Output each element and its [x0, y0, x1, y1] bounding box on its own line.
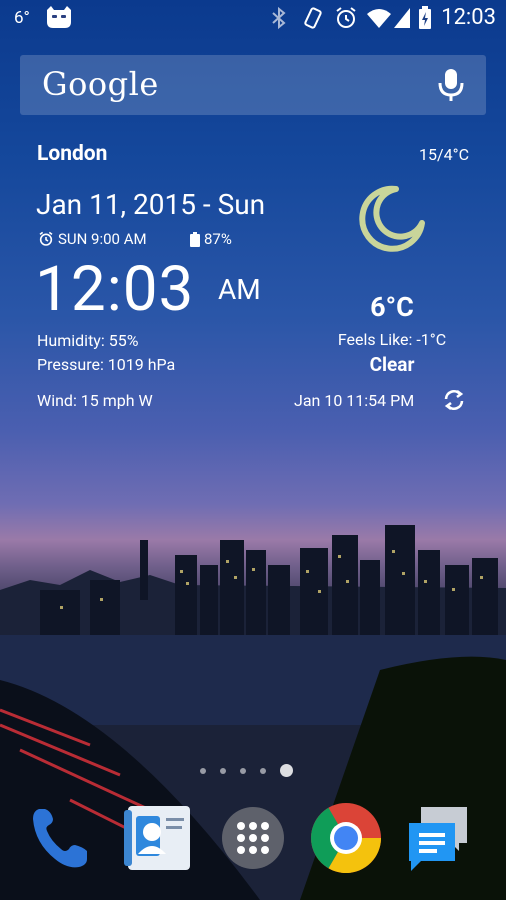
last-updated: Jan 10 11:54 PM	[294, 391, 415, 410]
page-dot	[260, 767, 266, 774]
contacts-app-icon[interactable]	[120, 800, 196, 876]
alarm-text: SUN 9:00 AM	[58, 230, 147, 248]
google-logo: Google	[42, 65, 159, 103]
contacts-icon	[124, 806, 190, 870]
battery-icon	[190, 231, 200, 247]
clock-time[interactable]: 12:03	[35, 253, 194, 326]
page-indicator	[200, 764, 293, 777]
page-dot	[220, 767, 226, 774]
phone-app-icon[interactable]	[22, 800, 98, 876]
messaging-icon	[409, 807, 467, 871]
wind-text: Wind: 15 mph W	[37, 391, 153, 410]
alarm-icon	[334, 6, 358, 34]
humidity-text: Humidity: 55%	[37, 331, 139, 350]
moon-icon[interactable]	[356, 183, 428, 259]
app-drawer-icon	[222, 807, 284, 869]
phone-icon	[33, 809, 87, 868]
refresh-icon[interactable]	[442, 388, 466, 416]
page-dot	[200, 767, 206, 774]
battery-level: 87%	[190, 230, 232, 248]
status-time: 12:03	[441, 5, 496, 30]
page-dot	[240, 767, 246, 774]
alarm-clock-icon	[39, 231, 53, 246]
date-text[interactable]: Jan 11, 2015 - Sun	[36, 188, 265, 221]
cyanogen-icon	[44, 4, 74, 34]
city-name: London	[37, 142, 108, 166]
weather-temp-indicator: 6°	[14, 8, 30, 28]
feels-like: Feels Like: -1°C	[337, 330, 447, 349]
current-temp: 6°C	[370, 291, 414, 323]
messaging-app-icon[interactable]	[400, 800, 476, 876]
status-bar: 6° 12:03	[0, 0, 506, 36]
battery-text: 87%	[204, 230, 232, 248]
condition-text: Clear	[369, 353, 415, 376]
next-alarm[interactable]: SUN 9:00 AM	[38, 230, 147, 248]
battery-charging-icon	[418, 6, 432, 34]
signal-icon	[392, 6, 412, 34]
clock-ampm: AM	[218, 273, 261, 306]
google-search-bar[interactable]: Google	[20, 55, 486, 115]
mic-icon[interactable]	[438, 67, 464, 107]
hi-lo-temp: 15/4°C	[419, 145, 469, 164]
chrome-app-icon[interactable]	[308, 800, 384, 876]
app-drawer-button[interactable]	[215, 800, 291, 876]
pressure-text: Pressure: 1019 hPa	[37, 355, 176, 374]
bluetooth-icon	[270, 6, 288, 34]
chrome-icon	[311, 803, 381, 873]
vibrate-icon	[302, 6, 324, 34]
wifi-icon	[366, 6, 392, 34]
page-dot-active	[280, 764, 293, 777]
